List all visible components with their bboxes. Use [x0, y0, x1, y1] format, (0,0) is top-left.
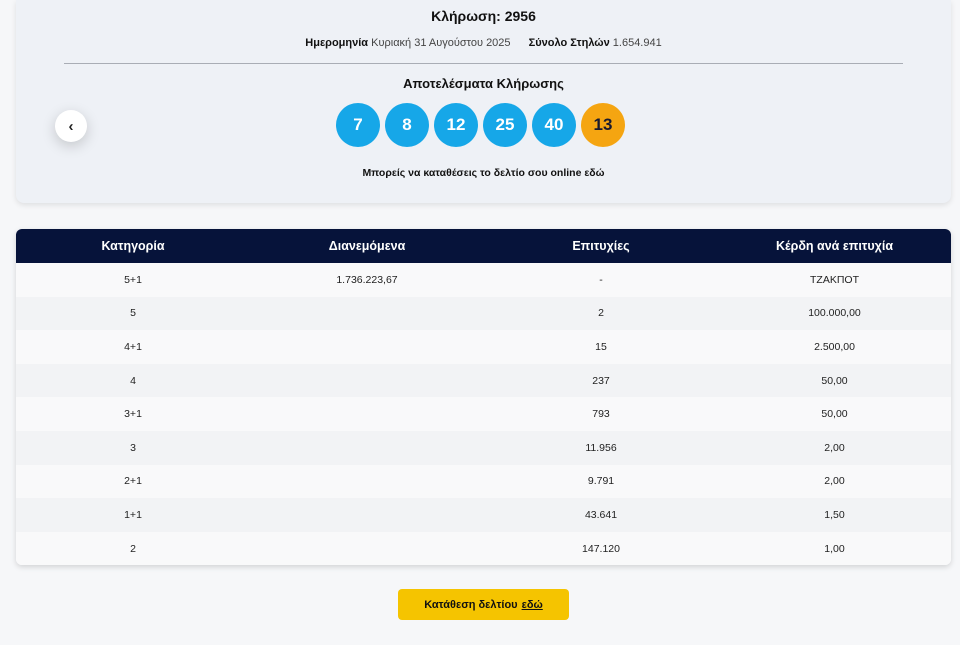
cell-category: 4+1: [124, 340, 142, 353]
number-ball: 25: [483, 103, 527, 147]
online-submit-link[interactable]: Μπορείς να καταθέσεις το δελτίο σου onli…: [16, 167, 951, 179]
cell-prize: 1,50: [824, 508, 845, 521]
columns-label: Σύνολο Στηλών: [528, 37, 610, 49]
previous-draw-button[interactable]: ‹: [55, 110, 87, 142]
cell-winners: 9.791: [587, 475, 615, 488]
cell-prize: 1,00: [824, 542, 845, 555]
cell-distributed: [250, 498, 484, 532]
cell-winners: -: [599, 273, 603, 286]
cell-prize: 2.500,00: [814, 340, 855, 353]
cell-category: 3: [130, 441, 136, 454]
cell-category: 5: [130, 307, 136, 320]
draw-info-card: Κλήρωση: 2956 Ημερομηνία Κυριακή 31 Αυγο…: [16, 0, 951, 203]
cell-prize: ΤΖΑΚΠΟΤ: [810, 273, 859, 286]
cell-winners: 15: [595, 340, 607, 353]
header-winners: Επιτυχίες: [572, 239, 630, 253]
cell-winners: 793: [592, 408, 610, 421]
table-row: 3+1 793 50,00: [16, 397, 951, 431]
cell-category: 2+1: [124, 475, 142, 488]
prize-table: Κατηγορία Διανεμόμενα Επιτυχίες Κέρδη αν…: [16, 229, 951, 565]
cell-category: 1+1: [124, 508, 142, 521]
cell-distributed: [250, 364, 484, 398]
number-ball: 40: [532, 103, 576, 147]
header-prize-per-winner: Κέρδη ανά επιτυχία: [775, 239, 894, 253]
table-row: 5 2 100.000,00: [16, 296, 951, 331]
submit-label: Κατάθεση δελτίου: [424, 598, 518, 611]
cell-distributed: 1.736.223,67: [336, 273, 398, 286]
cell-prize: 2,00: [824, 441, 845, 454]
cell-winners: 43.641: [584, 508, 618, 521]
joker-ball: 13: [581, 103, 625, 147]
cell-winners: 2: [598, 307, 604, 320]
table-row: 2 147.120 1,00: [16, 531, 951, 565]
cell-category: 4: [130, 374, 136, 387]
table-row: 1+1 43.641 1,50: [16, 498, 951, 532]
divider: [64, 63, 903, 64]
cell-winners: 237: [592, 374, 610, 387]
chevron-left-icon: ‹: [68, 117, 74, 135]
number-ball: 8: [385, 103, 429, 147]
cell-prize: 2,00: [824, 475, 845, 488]
cell-category: 2: [130, 542, 136, 555]
cell-winners: 11.956: [585, 441, 617, 454]
table-header-row: Κατηγορία Διανεμόμενα Επιτυχίες Κέρδη αν…: [16, 229, 951, 263]
table-row: 4+1 15 2.500,00: [16, 330, 951, 364]
date-value: Κυριακή 31 Αυγούστου 2025: [371, 37, 511, 49]
submit-ticket-button[interactable]: Κατάθεση δελτίου εδώ: [398, 589, 569, 620]
results-title: Αποτελέσματα Κλήρωσης: [403, 76, 564, 91]
draw-title: Κλήρωση: 2956: [431, 8, 536, 24]
cell-prize: 50,00: [821, 408, 848, 421]
winning-numbers: 7 8 12 25 40 13: [336, 103, 625, 147]
cell-winners: 147.120: [582, 542, 620, 555]
cell-distributed: [250, 397, 484, 431]
submit-link[interactable]: εδώ: [522, 599, 543, 611]
table-row: 5+1 1.736.223,67 - ΤΖΑΚΠΟΤ: [16, 263, 951, 297]
cell-distributed: [250, 532, 484, 565]
cell-prize: 50,00: [821, 374, 848, 387]
table-row: 2+1 9.791 2,00: [16, 464, 951, 499]
cell-category: 3+1: [124, 408, 142, 421]
header-distributed: Διανεμόμενα: [328, 239, 406, 253]
draw-meta: Ημερομηνία Κυριακή 31 Αυγούστου 2025 Σύν…: [16, 37, 951, 49]
cell-distributed: [250, 431, 484, 465]
header-category: Κατηγορία: [101, 239, 165, 253]
date-label: Ημερομηνία: [305, 37, 369, 49]
cell-category: 5+1: [124, 273, 142, 286]
table-row: 4 237 50,00: [16, 363, 951, 398]
number-ball: 7: [336, 103, 380, 147]
table-row: 3 11.956 2,00: [16, 430, 951, 465]
columns-value: 1.654.941: [612, 37, 662, 49]
number-ball: 12: [434, 103, 478, 147]
cell-distributed: [250, 297, 484, 331]
cell-distributed: [250, 330, 484, 364]
cell-prize: 100.000,00: [808, 307, 861, 320]
cell-distributed: [250, 465, 484, 499]
